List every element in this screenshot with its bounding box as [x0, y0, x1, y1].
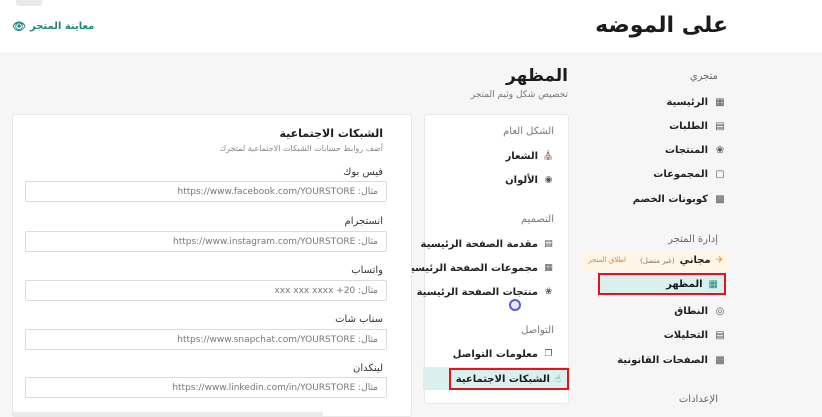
instagram-input[interactable]	[25, 231, 387, 252]
home-icon: ▦	[715, 96, 725, 108]
orders-icon: ▤	[715, 120, 725, 132]
tag-icon: ❀	[544, 287, 553, 297]
sidebar-item-label: الطلبات	[669, 120, 708, 132]
menu-item-label: معلومات التواصل	[452, 348, 538, 360]
plan-name: مجاني	[679, 255, 711, 266]
instagram-label: انستجرام	[344, 216, 383, 227]
form-subtitle: أضف روابط حسابات الشبكات الاجتماعية لمتج…	[219, 144, 383, 153]
menu-item-label: الألوان	[505, 174, 538, 186]
sidebar-item-collections[interactable]: ▢ المجموعات	[653, 164, 726, 184]
horizontal-scrollbar[interactable]	[13, 412, 323, 416]
snapchat-input[interactable]	[25, 329, 387, 350]
menu-item-home-intro[interactable]: ▤ مقدمة الصفحة الرئيسية	[421, 235, 554, 253]
plan-status: (غير متصل)	[640, 256, 675, 265]
eye-icon: 👁	[12, 20, 26, 33]
menu-item-label: مقدمة الصفحة الرئيسية	[420, 238, 538, 250]
menu-item-label: منتجات الصفحة الرئيسية	[416, 286, 538, 298]
sidebar-item-products[interactable]: ❀ المنتجات	[665, 140, 726, 160]
social-networks-form: الشبكات الاجتماعية أضف روابط حسابات الشب…	[12, 114, 412, 417]
layout-icon: ▦	[708, 278, 718, 290]
sidebar-item-home[interactable]: ▦ الرئيسية	[666, 92, 726, 112]
menu-group-design: التصميم	[521, 214, 554, 225]
coupon-icon: ▩	[715, 193, 725, 205]
menu-item-label: الشعار	[505, 150, 538, 162]
menu-item-label: مجموعات الصفحة الرئيسية	[404, 262, 538, 274]
plan-label: ✈ مجاني (غير متصل)	[640, 255, 724, 266]
tag-icon: ❀	[715, 144, 725, 156]
menu-item-home-products[interactable]: ❀ منتجات الصفحة الرئيسية	[417, 283, 554, 301]
bank-icon: ⛪	[542, 151, 554, 161]
globe-icon: ◎	[715, 305, 725, 317]
menu-group-contact: التواصل	[521, 325, 554, 336]
top-bar: على الموضه معاينة المتجر 👁	[0, 0, 822, 54]
plan-row[interactable]: ✈ مجاني (غير متصل) اطلاق المتجر	[582, 251, 730, 271]
mouse-cursor-icon	[509, 299, 521, 311]
sidebar-item-orders[interactable]: ▤ الطلبات	[669, 116, 726, 136]
sidebar-item-domain[interactable]: ◎ النطاق	[674, 301, 726, 321]
page-icon: ▤	[544, 239, 553, 249]
menu-item-social-networks[interactable]: ☝ الشبكات الاجتماعية	[449, 368, 569, 390]
sidebar-section-manage: إدارة المتجر	[668, 234, 718, 245]
sidebar-item-label: المظهر	[666, 278, 703, 290]
preview-store-link[interactable]: معاينة المتجر 👁	[12, 20, 94, 33]
legal-icon: ▩	[715, 354, 725, 366]
snapchat-label: سناب شات	[335, 314, 383, 325]
preview-label: معاينة المتجر	[29, 21, 95, 32]
sidebar-section-settings: الإعدادات	[678, 394, 718, 405]
menu-group-general: الشكل العام	[503, 126, 554, 137]
sidebar-item-label: المجموعات	[653, 168, 708, 180]
whatsapp-input[interactable]	[25, 280, 387, 301]
collection-icon: ▢	[715, 168, 725, 180]
menu-item-contact-info[interactable]: ❐ معلومات التواصل	[453, 345, 554, 363]
sidebar-item-label: كوبونات الخصم	[632, 193, 708, 205]
sidebar-item-label: النطاق	[674, 305, 708, 317]
facebook-input[interactable]	[25, 181, 387, 202]
menu-item-label: الشبكات الاجتماعية	[455, 373, 550, 385]
linkedin-input[interactable]	[25, 377, 387, 398]
sidebar-section-store: متجري	[689, 71, 718, 82]
sidebar-item-label: الرئيسية	[666, 96, 708, 108]
menu-item-colors[interactable]: ◉ الألوان	[505, 171, 554, 189]
tab-stub	[16, 0, 42, 6]
appearance-menu: الشكل العام ⛪ الشعار ◉ الألوان التصميم ▤…	[405, 114, 569, 404]
page-title: المظهر	[506, 66, 568, 86]
copy-icon: ❐	[544, 349, 553, 359]
palette-icon: ◉	[544, 175, 553, 185]
launch-store-link[interactable]: اطلاق المتجر	[588, 256, 626, 264]
whatsapp-label: واتساب	[351, 265, 383, 276]
sidebar-item-label: التحليلات	[663, 329, 708, 341]
sidebar-item-label: المنتجات	[664, 144, 708, 156]
thumbs-up-icon: ☝	[554, 373, 561, 385]
sidebar-item-label: الصفحات القانونية	[617, 354, 708, 366]
store-name: على الموضه	[595, 13, 728, 38]
menu-item-logo[interactable]: ⛪ الشعار	[505, 147, 554, 165]
sidebar-item-coupons[interactable]: ▩ كوبونات الخصم	[633, 189, 726, 209]
menu-item-home-collections[interactable]: ▦ مجموعات الصفحة الرئيسية	[405, 259, 554, 277]
linkedin-label: لينكدان	[353, 363, 383, 374]
sidebar: متجري ▦ الرئيسية ▤ الطلبات ❀ المنتجات ▢ …	[582, 54, 822, 417]
chart-icon: ▤	[715, 329, 725, 341]
page-subtitle: تخصيص شكل وثيم المتجر	[470, 90, 568, 100]
sidebar-item-appearance[interactable]: ▦ المظهر	[598, 273, 726, 295]
form-title: الشبكات الاجتماعية	[279, 127, 383, 140]
sidebar-item-analytics[interactable]: ▤ التحليلات	[664, 325, 726, 345]
facebook-label: فيس بوك	[343, 167, 383, 178]
grid-icon: ▦	[544, 263, 553, 273]
sidebar-item-legal[interactable]: ▩ الصفحات القانونية	[617, 350, 726, 370]
rocket-icon: ✈	[715, 255, 724, 266]
